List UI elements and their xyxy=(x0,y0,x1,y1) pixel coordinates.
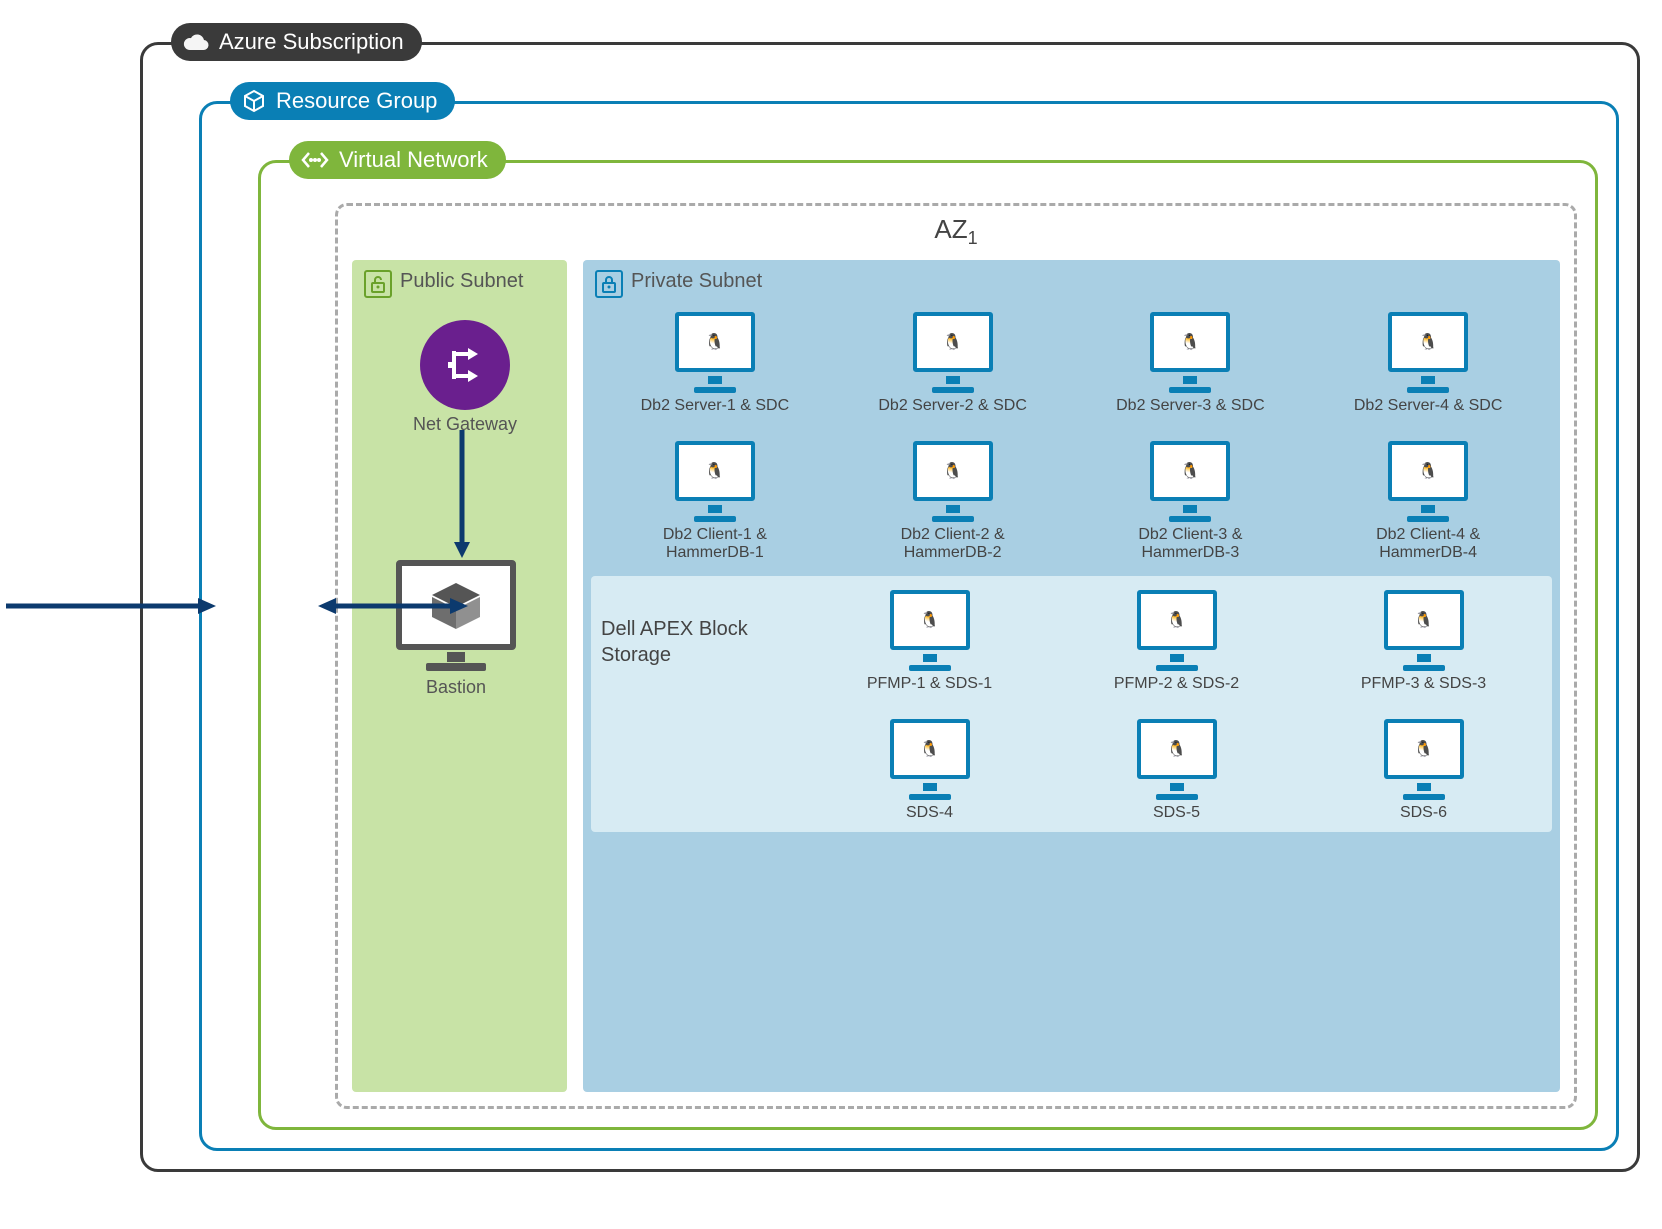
server-row: 🐧Db2 Server-1 & SDC 🐧Db2 Server-2 & SDC … xyxy=(595,298,1548,568)
sds-vm: 🐧SDS-5 xyxy=(1058,719,1295,822)
virtual-network-text: Virtual Network xyxy=(339,147,488,173)
tux-icon: 🐧 xyxy=(1180,332,1200,352)
architecture-diagram: Azure Subscription Resource Group xyxy=(20,20,1640,1200)
db2-client-vm: 🐧Db2 Client-2 & HammerDB-2 xyxy=(839,441,1067,562)
apex-block-storage: Dell APEX Block Storage 🐧PFMP-1 & SDS-1 … xyxy=(591,576,1552,832)
resource-group-container: Resource Group Virtual Network AZ1 xyxy=(199,101,1619,1151)
resource-group-label: Resource Group xyxy=(230,82,455,120)
arrow-users-to-router xyxy=(6,596,216,616)
db2-client-vm: 🐧Db2 Client-4 & HammerDB-4 xyxy=(1314,441,1542,562)
arrow-router-to-bastion xyxy=(318,596,468,616)
lock-closed-icon xyxy=(595,270,623,298)
lock-open-icon xyxy=(364,270,392,298)
db2-client-vm: 🐧Db2 Client-3 & HammerDB-3 xyxy=(1077,441,1305,562)
tux-icon: 🐧 xyxy=(705,461,725,481)
tux-icon: 🐧 xyxy=(1418,461,1438,481)
db2-server-vm: 🐧Db2 Server-2 & SDC xyxy=(839,312,1067,415)
net-gateway-icon xyxy=(420,320,510,410)
sds-vm: 🐧SDS-4 xyxy=(811,719,1048,822)
public-subnet-title: Public Subnet xyxy=(400,270,523,293)
public-subnet: Public Subnet xyxy=(352,260,567,1092)
db2-client-vm: 🐧Db2 Client-1 & HammerDB-1 xyxy=(601,441,829,562)
tux-icon: 🐧 xyxy=(1414,739,1434,759)
tux-icon: 🐧 xyxy=(1167,739,1187,759)
pfmp-vm: 🐧PFMP-2 & SDS-2 xyxy=(1058,590,1295,693)
tux-icon: 🐧 xyxy=(705,332,725,352)
db2-server-vm: 🐧Db2 Server-4 & SDC xyxy=(1314,312,1542,415)
azure-subscription-label: Azure Subscription xyxy=(171,23,422,61)
bastion-label: Bastion xyxy=(426,677,486,698)
apex-title: Dell APEX Block Storage xyxy=(601,616,801,668)
tux-icon: 🐧 xyxy=(943,461,963,481)
tux-icon: 🐧 xyxy=(1418,332,1438,352)
db2-server-vm: 🐧Db2 Server-1 & SDC xyxy=(601,312,829,415)
db2-server-vm: 🐧Db2 Server-3 & SDC xyxy=(1077,312,1305,415)
resource-group-text: Resource Group xyxy=(276,88,437,114)
az-title: AZ1 xyxy=(338,206,1574,255)
tux-icon: 🐧 xyxy=(1414,610,1434,630)
virtual-network-label: Virtual Network xyxy=(289,141,506,179)
sds-vm: 🐧SDS-6 xyxy=(1305,719,1542,822)
tux-icon: 🐧 xyxy=(920,739,940,759)
tux-icon: 🐧 xyxy=(1167,610,1187,630)
tux-icon: 🐧 xyxy=(1180,461,1200,481)
arrow-gateway-to-bastion xyxy=(452,430,472,560)
private-subnet-title: Private Subnet xyxy=(631,270,762,293)
tux-icon: 🐧 xyxy=(920,610,940,630)
bastion-host: Bastion xyxy=(396,560,516,698)
availability-zone-box: AZ1 Public Subnet xyxy=(335,203,1577,1109)
vnet-icon xyxy=(301,149,329,171)
cube-icon xyxy=(242,89,266,113)
virtual-network-container: Virtual Network AZ1 Public Subnet xyxy=(258,160,1598,1130)
pfmp-vm: 🐧PFMP-3 & SDS-3 xyxy=(1305,590,1542,693)
tux-icon: 🐧 xyxy=(943,332,963,352)
cloud-icon xyxy=(183,32,209,52)
azure-subscription-text: Azure Subscription xyxy=(219,29,404,55)
private-subnet: Private Subnet 🐧Db2 Server-1 & SDC 🐧Db2 … xyxy=(583,260,1560,1092)
pfmp-vm: 🐧PFMP-1 & SDS-1 xyxy=(811,590,1048,693)
